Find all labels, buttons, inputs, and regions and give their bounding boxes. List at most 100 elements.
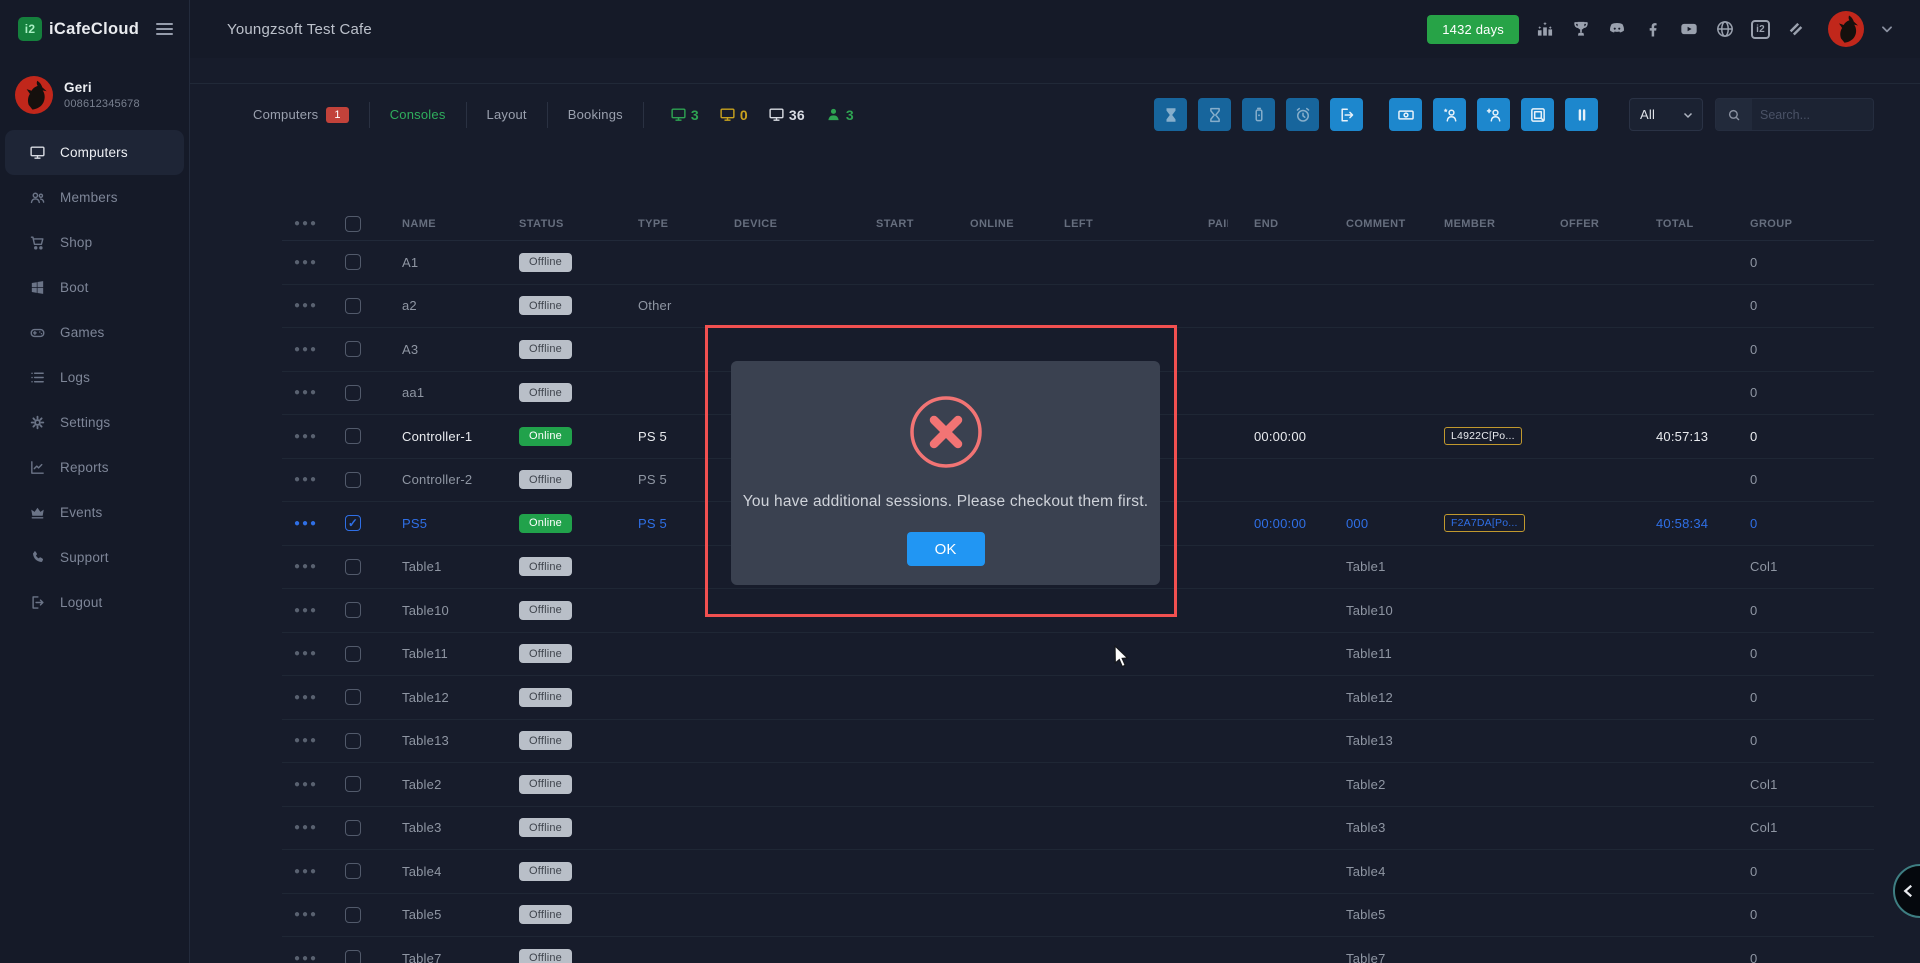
row-menu-icon[interactable]: ●●●: [282, 561, 330, 572]
status-badge: Offline: [519, 296, 572, 315]
cell-status: Online: [493, 514, 612, 533]
member-add-button[interactable]: [1477, 98, 1510, 131]
hourglass-filled-button[interactable]: [1154, 98, 1187, 131]
icafe-icon[interactable]: i2: [1751, 20, 1770, 39]
row-menu-icon[interactable]: ●●●: [282, 648, 330, 659]
sidebar-item-shop[interactable]: Shop: [5, 220, 184, 265]
table-row[interactable]: ●●●Table2OfflineTable2Col1: [282, 763, 1874, 807]
table-row[interactable]: ●●●A1Offline0: [282, 241, 1874, 285]
table-row[interactable]: ●●●Table5OfflineTable50: [282, 894, 1874, 938]
row-checkbox[interactable]: [345, 689, 361, 705]
row-menu-icon[interactable]: ●●●: [282, 431, 330, 442]
user-star-icon: [1441, 106, 1459, 124]
sidebar-item-members[interactable]: Members: [5, 175, 184, 220]
days-badge[interactable]: 1432 days: [1427, 15, 1519, 44]
facebook-icon[interactable]: [1643, 19, 1663, 39]
row-menu-icon[interactable]: ●●●: [282, 605, 330, 616]
tab-layout[interactable]: Layout: [467, 107, 547, 122]
sidebar-item-games[interactable]: Games: [5, 310, 184, 355]
row-checkbox[interactable]: [345, 646, 361, 662]
row-menu-icon[interactable]: ●●●: [282, 866, 330, 877]
table-row[interactable]: ●●●a2OfflineOther0: [282, 285, 1874, 329]
row-checkbox[interactable]: [345, 733, 361, 749]
row-menu-icon[interactable]: ●●●: [282, 735, 330, 746]
member-badge[interactable]: L4922C[Po...: [1444, 427, 1522, 445]
sidebar-item-reports[interactable]: Reports: [5, 445, 184, 490]
row-checkbox[interactable]: [345, 254, 361, 270]
row-checkbox[interactable]: [345, 863, 361, 879]
sidebar-item-logout[interactable]: Logout: [5, 580, 184, 625]
row-checkbox[interactable]: [345, 820, 361, 836]
account-avatar[interactable]: [1828, 11, 1864, 47]
hourglass-button[interactable]: [1198, 98, 1231, 131]
table-row[interactable]: ●●●Table12OfflineTable120: [282, 676, 1874, 720]
row-checkbox[interactable]: [345, 472, 361, 488]
row-menu-icon[interactable]: ●●●: [282, 909, 330, 920]
ok-button[interactable]: OK: [907, 532, 985, 566]
row-menu-icon[interactable]: ●●●: [282, 218, 330, 229]
sidebar-item-events[interactable]: Events: [5, 490, 184, 535]
row-menu-icon[interactable]: ●●●: [282, 344, 330, 355]
globe-icon[interactable]: [1715, 19, 1735, 39]
row-checkbox[interactable]: [345, 907, 361, 923]
row-menu-icon[interactable]: ●●●: [282, 953, 330, 963]
tab-consoles[interactable]: Consoles: [370, 107, 466, 122]
swoosh-icon[interactable]: [1786, 19, 1806, 39]
sidebar-item-support[interactable]: Support: [5, 535, 184, 580]
sidebar-item-label: Reports: [60, 460, 109, 475]
row-menu-icon[interactable]: ●●●: [282, 474, 330, 485]
discord-icon[interactable]: [1607, 19, 1627, 39]
row-menu-icon[interactable]: ●●●: [282, 387, 330, 398]
user-block[interactable]: Geri 008612345678: [0, 58, 189, 130]
row-checkbox[interactable]: [345, 602, 361, 618]
row-menu-icon[interactable]: ●●●: [282, 822, 330, 833]
cell-type: PS 5: [612, 516, 708, 531]
member-star-button[interactable]: [1433, 98, 1466, 131]
sidebar-item-label: Events: [60, 505, 102, 520]
row-checkbox[interactable]: [345, 559, 361, 575]
screenshot-button[interactable]: [1521, 98, 1554, 131]
row-checkbox[interactable]: [345, 298, 361, 314]
row-checkbox[interactable]: [345, 950, 361, 963]
status-badge: Offline: [519, 644, 572, 663]
youtube-icon[interactable]: [1679, 19, 1699, 39]
row-checkbox[interactable]: [345, 341, 361, 357]
sidebar-item-boot[interactable]: Boot: [5, 265, 184, 310]
cash-button[interactable]: [1389, 98, 1422, 131]
sidebar-item-logs[interactable]: Logs: [5, 355, 184, 400]
table-row[interactable]: ●●●Table11OfflineTable110: [282, 633, 1874, 677]
pause-button[interactable]: [1565, 98, 1598, 131]
row-menu-icon[interactable]: ●●●: [282, 257, 330, 268]
row-menu-icon[interactable]: ●●●: [282, 692, 330, 703]
tab-computers[interactable]: Computers1: [253, 107, 369, 123]
row-menu-icon[interactable]: ●●●: [282, 518, 330, 529]
row-checkbox[interactable]: [345, 776, 361, 792]
table-row[interactable]: ●●●Table7OfflineTable70: [282, 937, 1874, 963]
sidebar-item-settings[interactable]: Settings: [5, 400, 184, 445]
row-menu-icon[interactable]: ●●●: [282, 779, 330, 790]
row-checkbox[interactable]: ✓: [345, 515, 361, 531]
battery-button[interactable]: [1242, 98, 1275, 131]
ranking-icon[interactable]: [1535, 19, 1555, 39]
row-menu-icon[interactable]: ●●●: [282, 300, 330, 311]
column-header-type: TYPE: [612, 218, 708, 230]
checkout-button[interactable]: [1330, 98, 1363, 131]
row-checkbox[interactable]: [345, 385, 361, 401]
filter-select[interactable]: All: [1629, 98, 1703, 131]
table-row[interactable]: ●●●Table4OfflineTable40: [282, 850, 1874, 894]
search-input[interactable]: [1752, 108, 1873, 122]
trophy-icon[interactable]: [1571, 19, 1591, 39]
table-row[interactable]: ●●●Table3OfflineTable3Col1: [282, 807, 1874, 851]
monitor-icon: [670, 106, 687, 123]
table-row[interactable]: ●●●Table13OfflineTable130: [282, 720, 1874, 764]
chevron-down-icon[interactable]: [1880, 22, 1894, 36]
menu-toggle-icon[interactable]: [156, 23, 173, 35]
alarm-button[interactable]: [1286, 98, 1319, 131]
member-badge[interactable]: F2A7DA[Po...: [1444, 514, 1525, 532]
select-all-checkbox[interactable]: [345, 216, 361, 232]
tab-bookings[interactable]: Bookings: [548, 107, 643, 122]
sidebar-item-computers[interactable]: Computers: [5, 130, 184, 175]
chevron-down-icon: [1682, 109, 1694, 121]
sidebar-item-label: Support: [60, 550, 109, 565]
row-checkbox[interactable]: [345, 428, 361, 444]
